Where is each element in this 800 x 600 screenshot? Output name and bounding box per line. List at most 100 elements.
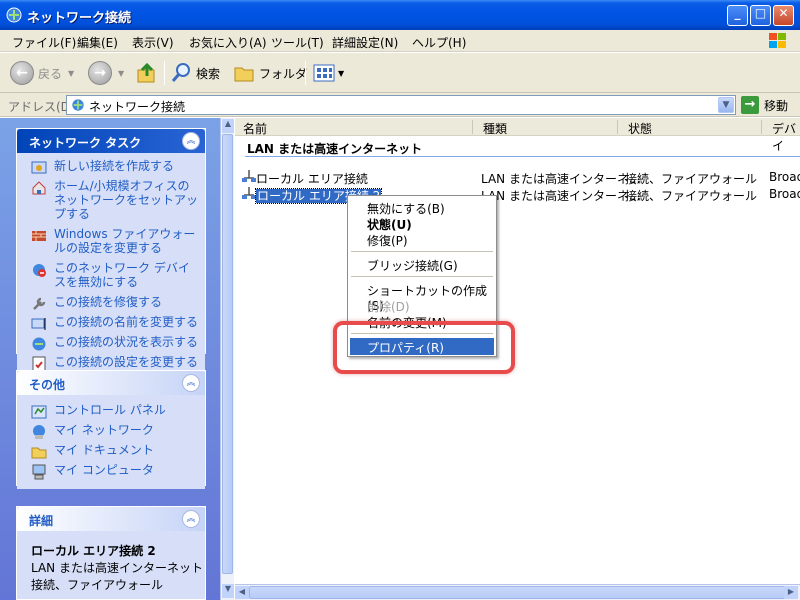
scroll-right-icon[interactable]: ▶: [784, 586, 798, 599]
network-tasks-header[interactable]: ネットワーク タスク ︽: [17, 129, 205, 153]
address-input[interactable]: ネットワーク接続 ▼: [66, 95, 736, 115]
address-label: アドレス(D): [8, 100, 75, 114]
task-disable-device[interactable]: このネットワーク デバイスを無効にする: [17, 261, 205, 289]
scrollbar-thumb[interactable]: [222, 134, 233, 574]
scroll-down-icon[interactable]: ▼: [222, 584, 234, 598]
my-network-icon: [33, 425, 45, 439]
collapse-chevron-icon[interactable]: ︽: [182, 510, 200, 528]
up-folder-button[interactable]: [136, 59, 158, 87]
folder-icon: [234, 67, 254, 82]
address-dropdown-icon[interactable]: ▼: [718, 97, 734, 113]
forward-dropdown-icon: ▼: [118, 68, 125, 78]
menu-advanced[interactable]: 詳細設定(N): [332, 34, 398, 51]
forward-arrow-icon: →: [88, 61, 112, 85]
scroll-up-icon[interactable]: ▲: [222, 119, 234, 133]
menu-separator: [351, 276, 493, 277]
network-tasks-title: ネットワーク タスク: [29, 136, 142, 150]
details-status: 接続、ファイアウォール: [31, 578, 164, 592]
address-bar: アドレス(D) ネットワーク接続 ▼ → 移動: [0, 93, 800, 117]
address-value: ネットワーク接続: [89, 100, 186, 114]
task-setup-home-network[interactable]: ホーム/小規模オフィスのネットワークをセットアップする: [17, 179, 205, 221]
lan-connection-icon: [242, 170, 256, 182]
firewall-icon: [32, 231, 46, 241]
other-places-panel: その他 ︽ コントロール パネル マイ ネットワーク マイ ドキュメント マイ …: [16, 370, 206, 489]
other-places-title: その他: [29, 378, 66, 392]
rename-icon: [31, 318, 46, 330]
menu-item-repair[interactable]: 修復(P): [350, 231, 494, 248]
other-control-panel[interactable]: コントロール パネル: [17, 403, 205, 419]
column-type[interactable]: 種類: [483, 120, 507, 137]
list-header: 名前 種類 状態 デバイ: [235, 118, 800, 153]
task-rename-connection[interactable]: この接続の名前を変更する: [17, 315, 205, 330]
search-icon: [171, 63, 190, 82]
task-change-settings[interactable]: この接続の設定を変更する: [17, 355, 205, 372]
table-row-selected[interactable]: ローカル エリア接続 2 LAN または高速インターネ... 接続、ファイアウォ…: [235, 185, 800, 204]
minimize-button[interactable]: _: [727, 5, 748, 26]
new-connection-icon: [31, 161, 47, 174]
details-panel: 詳細 ︽ ローカル エリア接続 2 LAN または高速インターネット 接続、ファ…: [16, 506, 206, 600]
back-button[interactable]: ← 戻る ▼: [10, 59, 74, 87]
forward-button[interactable]: → ▼: [88, 59, 124, 87]
menu-help[interactable]: ヘルプ(H): [412, 34, 466, 51]
menu-file[interactable]: ファイル(F): [12, 34, 76, 51]
menu-favorites[interactable]: お気に入り(A): [189, 34, 267, 51]
column-device[interactable]: デバイ: [772, 120, 800, 154]
menu-tools[interactable]: ツール(T): [271, 34, 324, 51]
search-button[interactable]: 検索: [170, 59, 220, 87]
other-my-computer[interactable]: マイ コンピュータ: [17, 463, 205, 480]
details-header[interactable]: 詳細 ︽: [17, 507, 205, 531]
column-separator[interactable]: [761, 120, 762, 134]
row-type: LAN または高速インターネ...: [481, 189, 641, 203]
menu-separator: [351, 251, 493, 252]
column-separator[interactable]: [617, 120, 618, 134]
details-type: LAN または高速インターネット: [31, 561, 203, 575]
go-label: 移動: [764, 98, 789, 113]
column-status[interactable]: 状態: [628, 120, 652, 137]
toolbar-separator: [305, 61, 306, 85]
menu-edit[interactable]: 編集(E): [77, 34, 118, 51]
search-label: 検索: [196, 66, 221, 81]
task-firewall-settings[interactable]: Windows ファイアウォールの設定を変更する: [17, 227, 205, 255]
scrollbar-thumb[interactable]: [249, 586, 791, 599]
home-network-icon: [32, 181, 46, 195]
network-connections-icon: [6, 7, 22, 23]
network-tasks-panel: ネットワーク タスク ︽ 新しい接続を作成する ホーム/小規模オフィスのネットワ…: [16, 128, 206, 381]
control-panel-icon: [31, 405, 47, 419]
row-device: Broad: [769, 170, 800, 184]
menu-item-status[interactable]: 状態(U): [350, 215, 494, 232]
menu-item-disable[interactable]: 無効にする(B): [350, 199, 494, 216]
task-repair-connection[interactable]: この接続を修復する: [17, 295, 205, 310]
collapse-chevron-icon[interactable]: ︽: [182, 374, 200, 392]
column-separator[interactable]: [472, 120, 473, 134]
other-my-documents[interactable]: マイ ドキュメント: [17, 443, 205, 459]
menu-view[interactable]: 表示(V): [132, 34, 174, 51]
horizontal-scrollbar[interactable]: ◀ ▶: [235, 584, 800, 600]
my-computer-icon: [32, 464, 46, 480]
close-button[interactable]: ✕: [773, 5, 794, 26]
my-documents-icon: [31, 447, 47, 459]
other-places-header[interactable]: その他 ︽: [17, 371, 205, 395]
collapse-chevron-icon[interactable]: ︽: [182, 132, 200, 150]
folders-label: フォルダ: [259, 66, 308, 81]
annotation-highlight: [333, 321, 515, 374]
wrench-icon: [33, 297, 46, 310]
task-pane-scrollbar[interactable]: ▲ ▼: [220, 118, 234, 600]
views-icon: [313, 64, 335, 82]
column-name[interactable]: 名前: [243, 120, 267, 137]
disable-network-icon: [33, 264, 46, 277]
maximize-button[interactable]: □: [750, 5, 771, 26]
views-dropdown-icon: ▼: [338, 68, 345, 78]
task-view-status[interactable]: この接続の状況を表示する: [17, 335, 205, 351]
other-my-network[interactable]: マイ ネットワーク: [17, 423, 205, 439]
go-button[interactable]: → 移動: [741, 96, 788, 114]
folders-button[interactable]: フォルダ: [233, 59, 307, 87]
menu-item-bridge[interactable]: ブリッジ接続(G): [350, 256, 494, 273]
task-create-connection[interactable]: 新しい接続を作成する: [17, 159, 205, 174]
scroll-left-icon[interactable]: ◀: [235, 586, 249, 599]
views-button[interactable]: ▼: [313, 59, 344, 87]
title-bar: ネットワーク接続 _ □ ✕: [0, 0, 800, 30]
table-row[interactable]: ローカル エリア接続 LAN または高速インターネ... 接続、ファイアウォール…: [235, 168, 800, 186]
menu-item-create-shortcut[interactable]: ショートカットの作成(S): [350, 281, 494, 313]
group-header: LAN または高速インターネット: [247, 142, 423, 156]
window-title: ネットワーク接続: [27, 11, 132, 26]
